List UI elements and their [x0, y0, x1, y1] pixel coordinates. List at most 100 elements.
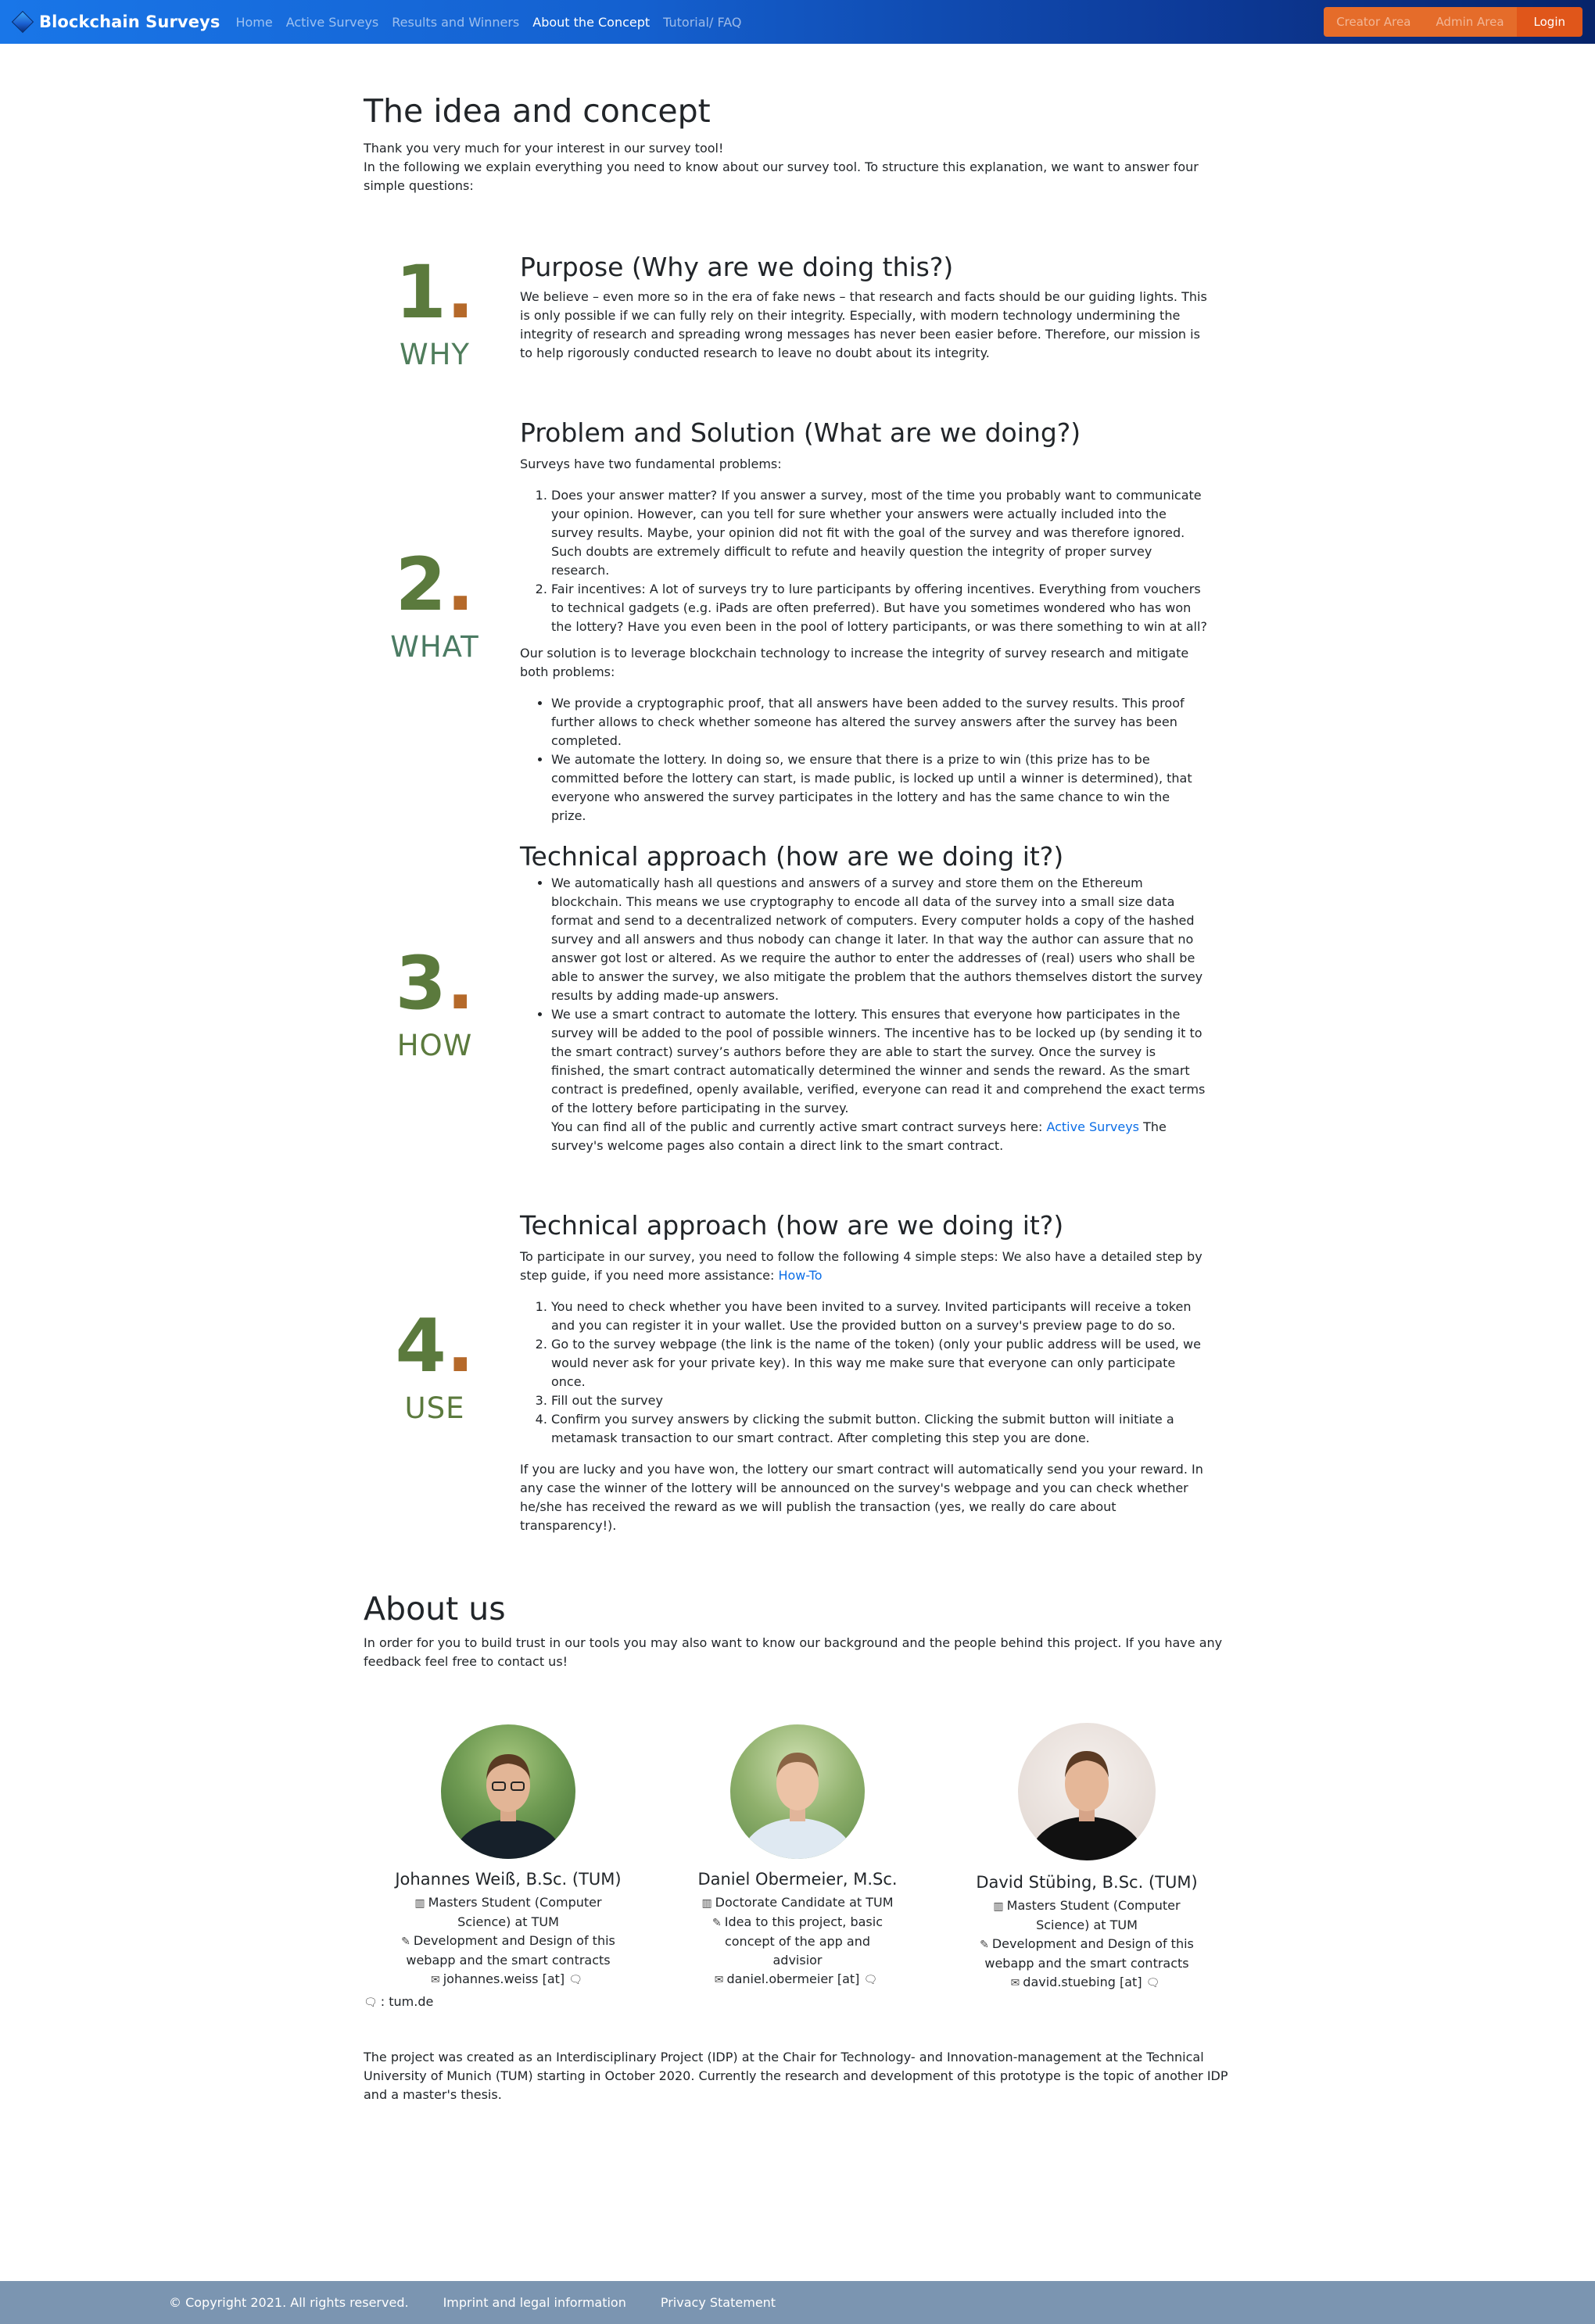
technical-list: We automatically hash all questions and …	[520, 874, 1208, 1155]
participate-intro: To participate in our survey, you need t…	[520, 1248, 1208, 1285]
envelope-icon: ✉	[714, 1974, 724, 1986]
pencil-icon: ✎	[401, 1935, 410, 1948]
section-number-why: 1. WHY	[364, 256, 506, 372]
nav-links: Home Active Surveys Results and Winners …	[235, 15, 754, 30]
section-number-how: 3. HOW	[364, 947, 506, 1063]
admin-area-button[interactable]: Admin Area	[1423, 7, 1517, 37]
section-number-what: 2. WHAT	[364, 549, 506, 664]
person-email[interactable]: ✉ johannes.weiss [at] 🗨	[364, 1970, 653, 1989]
section-what-body: Problem and Solution (What are we doing?…	[520, 417, 1208, 825]
envelope-icon: ✉	[1010, 1977, 1020, 1989]
chat-icon: 🗨	[568, 1974, 583, 1986]
person-name: Daniel Obermeier, M.Sc.	[697, 1870, 898, 1889]
creator-area-button[interactable]: Creator Area	[1324, 7, 1424, 37]
nav-link-results-winners[interactable]: Results and Winners	[392, 15, 519, 30]
participate-intro-text: To participate in our survey, you need t…	[520, 1249, 1203, 1283]
person-role: ▥ Masters Student (Computer Science) at T…	[414, 1895, 602, 1929]
active-surveys-link[interactable]: Active Surveys	[1046, 1119, 1139, 1134]
number-2: 2	[395, 543, 446, 628]
person-task: ✎ Development and Design of this webapp a…	[980, 1936, 1194, 1971]
nav-link-tutorial-faq[interactable]: Tutorial/ FAQ	[663, 15, 741, 30]
about-us-block: About us In order for you to build trust…	[364, 1590, 1231, 1671]
problems-list: Does your answer matter? If you answer a…	[520, 486, 1208, 636]
label-how: HOW	[396, 1029, 473, 1062]
person-role: ▥ Doctorate Candidate at TUM	[653, 1893, 942, 1913]
privacy-link[interactable]: Privacy Statement	[661, 2295, 776, 2310]
chart-icon: ▥	[701, 1897, 712, 1910]
list-item: You need to check whether you have been …	[551, 1298, 1208, 1335]
winner-info: If you are lucky and you have won, the l…	[520, 1462, 1203, 1533]
person-card: Daniel Obermeier, M.Sc. ▥ Doctorate Candi…	[653, 1723, 942, 1989]
chat-icon: 🗨	[364, 1996, 378, 2009]
person-task: ✎ Idea to this project, basic concept of …	[711, 1914, 883, 1968]
person-card: David Stübing, B.Sc. (TUM) ▥ Masters Stud…	[942, 1723, 1231, 1993]
chat-icon: 🗨	[863, 1974, 878, 1986]
blockchain-cube-icon	[11, 10, 34, 34]
section-number-use: 4. USE	[364, 1310, 506, 1426]
chart-icon: ▥	[414, 1897, 425, 1910]
imprint-link[interactable]: Imprint and legal information	[443, 2295, 626, 2310]
heading-problem-solution: Problem and Solution (What are we doing?…	[520, 417, 1081, 448]
solution-intro: Our solution is to leverage blockchain t…	[520, 646, 1189, 679]
domain-note: 🗨: tum.de	[364, 1993, 433, 2012]
nav-right-buttons: Creator Area Admin Area Login	[1324, 7, 1582, 37]
nav-link-active-surveys[interactable]: Active Surveys	[286, 15, 379, 30]
label-why: WHY	[399, 338, 470, 371]
number-1: 1	[395, 250, 446, 335]
brand-name: Blockchain Surveys	[39, 13, 220, 31]
person-email[interactable]: ✉ daniel.obermeier [at] 🗨	[653, 1970, 942, 1989]
about-text: In order for you to build trust in our t…	[364, 1635, 1223, 1669]
list-item: Confirm you survey answers by clicking t…	[551, 1410, 1208, 1448]
person-name: Johannes Weiß, B.Sc. (TUM)	[395, 1870, 622, 1889]
list-item: Go to the survey webpage (the link is th…	[551, 1335, 1208, 1391]
copyright-text: © Copyright 2021. All rights reserved.	[169, 2295, 409, 2310]
chat-icon: 🗨	[1145, 1977, 1160, 1989]
person-email[interactable]: ✉ david.stuebing [at] 🗨	[942, 1973, 1231, 1993]
section-why-body: Purpose (Why are we doing this?) We beli…	[520, 252, 1208, 363]
intro-questions: In the following we explain everything y…	[364, 159, 1199, 193]
problems-intro: Surveys have two fundamental problems:	[520, 457, 782, 471]
top-navbar: Blockchain Surveys Home Active Surveys R…	[0, 0, 1595, 44]
solutions-list: We provide a cryptographic proof, that a…	[520, 694, 1208, 825]
heading-participate: Technical approach (how are we doing it?…	[520, 1210, 1064, 1241]
project-note: The project was created as an Interdisci…	[364, 2050, 1228, 2102]
find-surveys-text: You can find all of the public and curre…	[551, 1119, 1043, 1134]
nav-link-home[interactable]: Home	[235, 15, 272, 30]
pencil-icon: ✎	[711, 1917, 722, 1929]
list-item: Fill out the survey	[551, 1391, 1208, 1410]
list-item: We provide a cryptographic proof, that a…	[551, 694, 1208, 750]
person-task: ✎ Development and Design of this webapp a…	[401, 1933, 615, 1968]
purpose-text: We believe – even more so in the era of …	[520, 289, 1207, 360]
intro-block: The idea and concept Thank you very much…	[364, 92, 1231, 195]
page-title: The idea and concept	[364, 92, 711, 130]
envelope-icon: ✉	[430, 1974, 440, 1986]
steps-list: You need to check whether you have been …	[520, 1298, 1208, 1448]
footer: © Copyright 2021. All rights reserved. I…	[0, 2281, 1595, 2324]
label-what: WHAT	[390, 630, 479, 664]
how-to-link[interactable]: How-To	[778, 1268, 822, 1283]
brand-link[interactable]: Blockchain Surveys	[11, 10, 220, 34]
login-button[interactable]: Login	[1516, 7, 1582, 37]
number-3: 3	[395, 941, 446, 1026]
intro-thanks: Thank you very much for your interest in…	[364, 141, 724, 156]
avatar	[441, 1724, 575, 1859]
number-4: 4	[395, 1304, 446, 1389]
person-name: David Stübing, B.Sc. (TUM)	[976, 1873, 1198, 1892]
about-title: About us	[364, 1590, 506, 1628]
nav-link-about-concept[interactable]: About the Concept	[532, 15, 650, 30]
avatar	[1018, 1723, 1156, 1860]
list-item: Fair incentives: A lot of surveys try to…	[551, 580, 1208, 636]
person-role: ▥ Masters Student (Computer Science) at T…	[993, 1898, 1181, 1932]
pencil-icon: ✎	[980, 1939, 989, 1951]
heading-purpose: Purpose (Why are we doing this?)	[520, 252, 954, 282]
section-use-body: Technical approach (how are we doing it?…	[520, 1210, 1208, 1535]
label-use: USE	[404, 1391, 465, 1425]
list-item: Does your answer matter? If you answer a…	[551, 486, 1208, 580]
list-item: We automatically hash all questions and …	[551, 874, 1208, 1005]
list-item: We automate the lottery. In doing so, we…	[551, 750, 1208, 825]
heading-technical-approach: Technical approach (how are we doing it?…	[520, 841, 1064, 872]
list-item: We use a smart contract to automate the …	[551, 1005, 1208, 1155]
avatar	[730, 1724, 865, 1859]
person-card: Johannes Weiß, B.Sc. (TUM) ▥ Masters Stud…	[364, 1723, 653, 1989]
lottery-text: We use a smart contract to automate the …	[551, 1007, 1206, 1115]
